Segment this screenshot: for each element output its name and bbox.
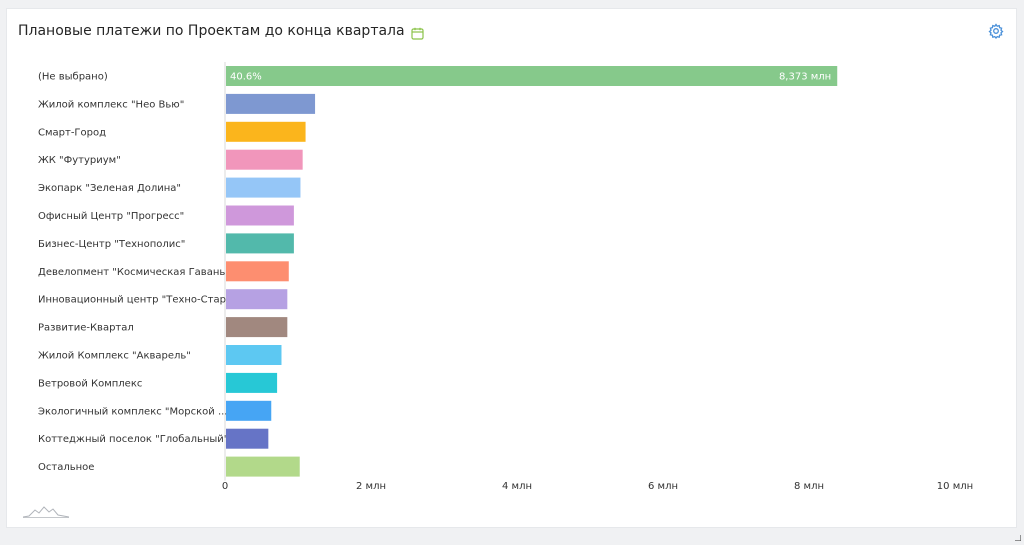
bar[interactable] <box>226 289 288 310</box>
bar[interactable] <box>226 456 300 477</box>
bar[interactable] <box>226 205 294 226</box>
bar-share-label: 40.6% <box>230 72 262 83</box>
bar[interactable] <box>226 428 269 449</box>
category-label: Экологичный комплекс "Морской ... <box>38 406 228 417</box>
mini-line-chart-icon[interactable] <box>22 503 70 518</box>
resize-handle-icon[interactable] <box>1015 526 1022 542</box>
category-label: Жилой комплекс "Нео Вью" <box>38 99 184 110</box>
category-label: Офисный Центр "Прогресс" <box>38 211 184 222</box>
x-tick-label: 6 млн <box>648 481 678 492</box>
category-label: Ветровой Комплекс <box>38 378 142 389</box>
bar[interactable] <box>226 149 303 170</box>
bar[interactable] <box>226 345 282 365</box>
bar[interactable] <box>226 317 288 338</box>
bar[interactable] <box>226 121 306 142</box>
category-label: ЖК "Футуриум" <box>38 155 121 166</box>
bar[interactable] <box>226 400 272 421</box>
chart-card: Плановые платежи по Проектам до конца кв… <box>6 8 1017 528</box>
category-label: Остальное <box>38 462 94 473</box>
x-tick-label: 8 млн <box>794 481 824 492</box>
x-tick-label: 10 млн <box>937 481 973 492</box>
x-tick-label: 0 <box>222 481 228 492</box>
category-label: Девелопмент "Космическая Гавань" <box>38 267 230 278</box>
category-label: Жилой Комплекс "Акварель" <box>38 351 191 362</box>
x-tick-label: 4 млн <box>502 481 532 492</box>
bar[interactable] <box>226 233 294 254</box>
bar-value-label: 8,373 млн <box>779 72 831 83</box>
bar[interactable] <box>226 66 838 86</box>
x-tick-label: 2 млн <box>356 481 386 492</box>
category-label: (Не выбрано) <box>38 72 108 83</box>
category-label: Бизнес-Центр "Технополис" <box>38 239 185 250</box>
category-label: Коттеджный поселок "Глобальный" <box>38 434 228 445</box>
category-label: Инновационный центр "Техно-Старт" <box>38 295 236 306</box>
bar[interactable] <box>226 177 301 198</box>
bar[interactable] <box>226 261 289 282</box>
bar-chart: (Не выбрано) Жилой комплекс "Нео Вью" Смар… <box>38 62 973 492</box>
bar[interactable] <box>226 93 316 114</box>
bar[interactable] <box>226 372 278 393</box>
category-label: Экопарк "Зеленая Долина" <box>38 183 181 194</box>
category-label: Развитие-Квартал <box>38 323 134 334</box>
category-label: Смарт-Город <box>38 127 106 138</box>
